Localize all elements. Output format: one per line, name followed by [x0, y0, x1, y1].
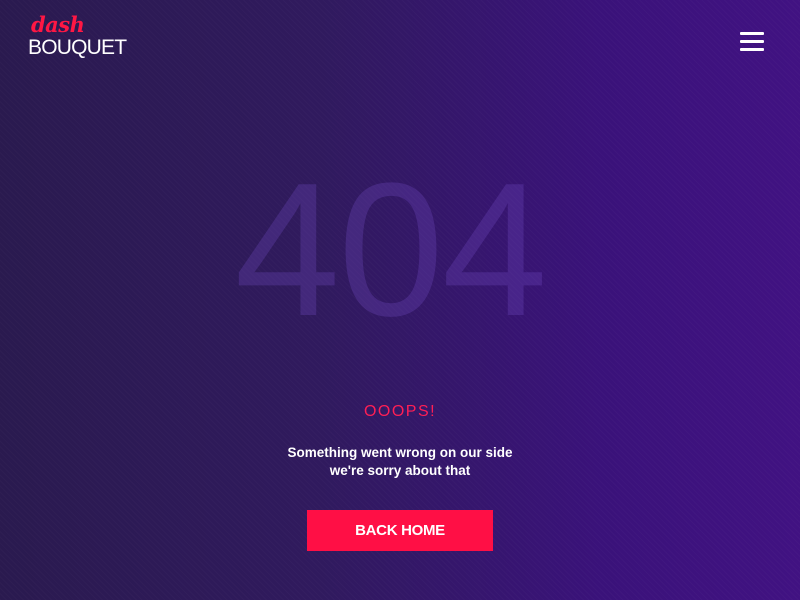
error-message-line-1: Something went wrong on our side [287, 445, 513, 460]
error-page: { "brand": { "script_text": "dash", "wor… [0, 0, 800, 600]
brand-logo[interactable]: dash BOUQUET [28, 14, 138, 64]
back-home-button[interactable]: BACK HOME [307, 510, 493, 551]
menu-button[interactable] [738, 30, 766, 52]
error-headline: OOOPS! [363, 403, 437, 420]
error-message-line-2: we're sorry about that [329, 463, 471, 478]
error-message: Something went wrong on our side we're s… [0, 444, 800, 480]
logo-script-text: dash [31, 12, 85, 37]
logo-word-text: BOUQUET [28, 36, 127, 59]
error-code: 404 [234, 144, 547, 356]
